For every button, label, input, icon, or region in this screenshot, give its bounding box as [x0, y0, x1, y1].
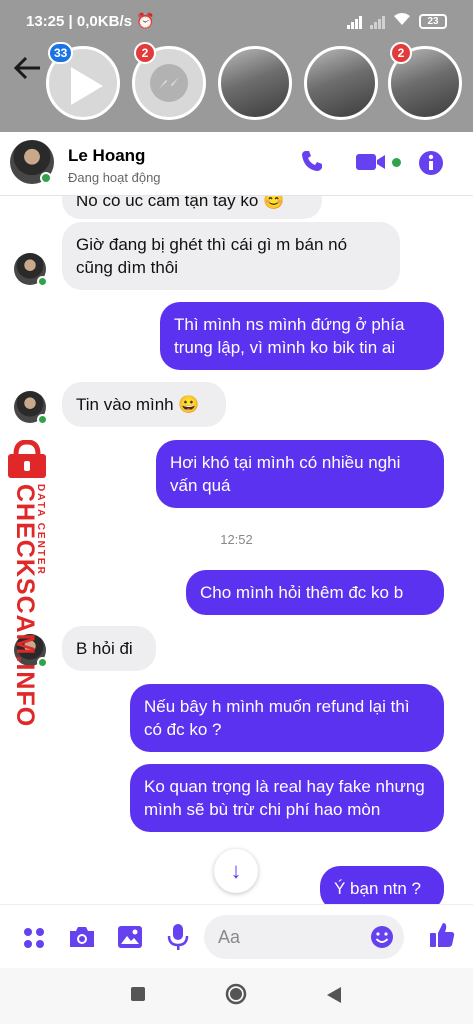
- message-bubble-outgoing[interactable]: Thì mình ns mình đứng ở phía trung lập, …: [160, 302, 444, 370]
- camera-icon[interactable]: [68, 925, 96, 954]
- chat-head-badge: 33: [48, 42, 74, 64]
- battery-icon: 23: [419, 14, 447, 29]
- chat-header: Le Hoang Đang hoạt động: [0, 132, 473, 196]
- message-input-placeholder: Aa: [218, 927, 241, 947]
- contact-name[interactable]: Le Hoang: [68, 146, 145, 166]
- navigation-bar: [0, 968, 473, 1024]
- message-bubble-outgoing[interactable]: Hơi khó tại mình có nhiều nghi vấn quá: [156, 440, 444, 508]
- emoji-icon[interactable]: [370, 925, 394, 954]
- gallery-icon[interactable]: [117, 925, 143, 954]
- play-icon: [71, 67, 103, 105]
- online-indicator: [40, 172, 52, 184]
- apps-icon[interactable]: [22, 926, 46, 955]
- status-bar: 13:25 | 0,0KB/s ⏰ 23: [0, 0, 473, 40]
- contact-chat-head-1[interactable]: [218, 46, 292, 120]
- watermark: CHECKSCAM.INFO DATA CENTER: [0, 439, 56, 727]
- home-icon[interactable]: [225, 983, 247, 1010]
- message-bubble-outgoing[interactable]: Ý bạn ntn ?: [320, 866, 444, 904]
- timestamp: 12:52: [220, 532, 253, 547]
- message-bubble-incoming[interactable]: Tin vào mình 😀: [62, 382, 226, 427]
- back-arrow-icon[interactable]: [13, 54, 42, 88]
- info-icon[interactable]: [418, 150, 444, 181]
- thumbs-up-icon[interactable]: [428, 921, 456, 954]
- network-speed: 0,0KB/s: [76, 13, 132, 30]
- online-indicator: [37, 276, 48, 287]
- contact-status: Đang hoạt động: [68, 170, 161, 185]
- chat-head-badge: 2: [134, 42, 156, 64]
- watermark-subtext: DATA CENTER: [35, 484, 46, 576]
- message-bubble-incoming[interactable]: Giờ đang bị ghét thì cái gì m bán nó cũn…: [62, 222, 400, 290]
- chat-heads-bar: 33 2 2: [0, 40, 473, 132]
- scroll-to-bottom-button[interactable]: ↓: [214, 849, 258, 893]
- status-icons: 23: [347, 12, 447, 31]
- message-bubble-outgoing[interactable]: Cho mình hỏi thêm đc ko b: [186, 570, 444, 615]
- status-time: 13:25: [26, 13, 65, 30]
- video-active-dot: [392, 158, 401, 167]
- message-composer: Aa: [0, 904, 473, 968]
- lock-icon: [4, 439, 50, 485]
- video-call-icon[interactable]: [356, 152, 386, 177]
- message-bubble-outgoing[interactable]: Ko quan trọng là real hay fake nhưng mìn…: [130, 764, 444, 832]
- chat-head-badge: 2: [390, 42, 412, 64]
- message-bubble-incoming[interactable]: Nó có úc cám tận tay ko 😊: [62, 196, 322, 219]
- wifi-icon: [393, 12, 411, 31]
- signal-icon: [347, 15, 362, 29]
- signal-2-icon: [370, 15, 385, 29]
- message-input[interactable]: Aa: [204, 915, 404, 959]
- microphone-icon[interactable]: [167, 923, 189, 956]
- online-indicator: [37, 414, 48, 425]
- message-list[interactable]: Nó có úc cám tận tay ko 😊 Giờ đang bị gh…: [0, 196, 473, 904]
- le-hoang-chat-head[interactable]: [304, 46, 378, 120]
- recent-apps-icon[interactable]: [130, 986, 146, 1007]
- status-time-and-speed: 13:25 | 0,0KB/s ⏰: [26, 13, 155, 30]
- phone-icon[interactable]: [300, 149, 324, 178]
- message-bubble-incoming[interactable]: B hỏi đi: [62, 626, 156, 671]
- arrow-down-icon: ↓: [230, 858, 242, 883]
- message-bubble-outgoing[interactable]: Nếu bây h mình muốn refund lại thì có đc…: [130, 684, 444, 752]
- back-icon[interactable]: [326, 986, 342, 1009]
- alarm-icon: ⏰: [136, 13, 155, 30]
